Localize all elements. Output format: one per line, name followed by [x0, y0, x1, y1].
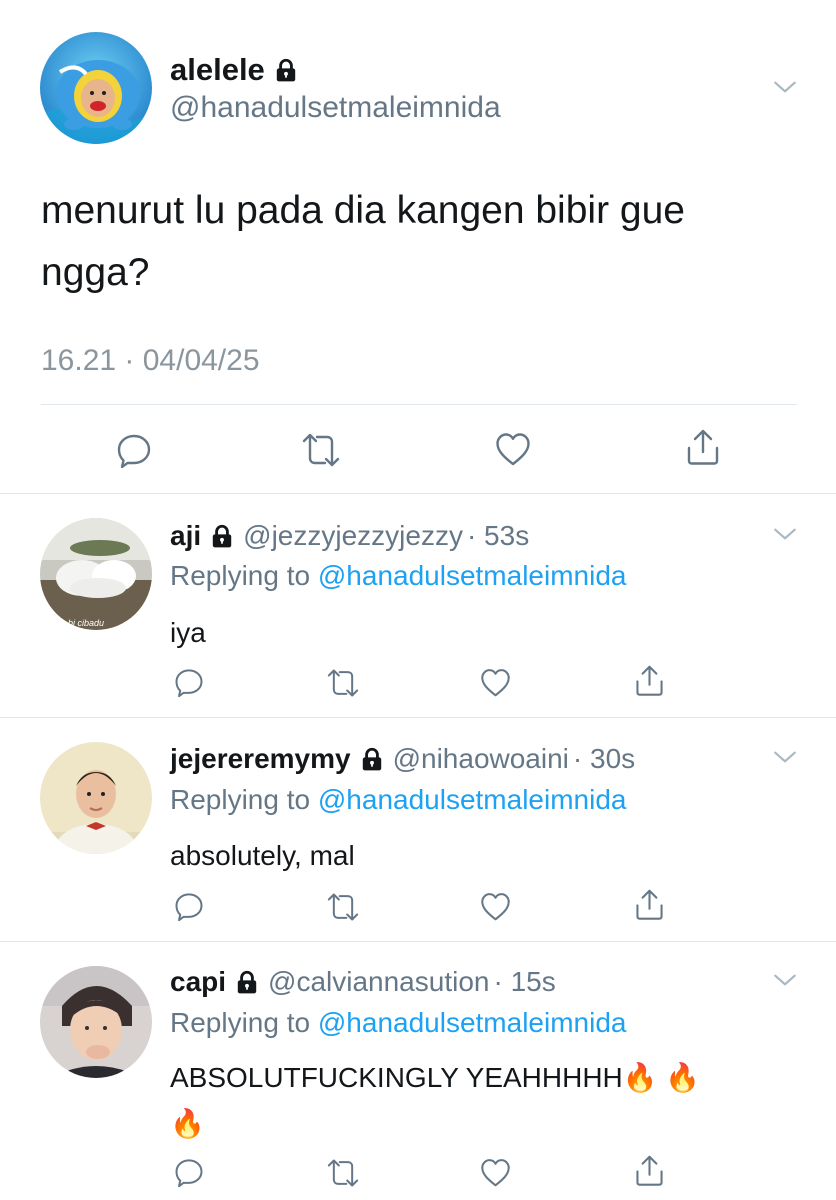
- chevron-down-icon[interactable]: [772, 74, 798, 100]
- reply-icon[interactable]: [174, 667, 204, 697]
- like-icon[interactable]: [480, 1158, 511, 1187]
- tweet-timestamp: 16.21 · 04/04/25: [41, 344, 260, 377]
- svg-text:bi cibadu: bi cibadu: [68, 618, 104, 628]
- replying-to-link[interactable]: @hanadulsetmaleimnida: [318, 784, 627, 815]
- retweet-icon[interactable]: [326, 892, 360, 922]
- reply-icon[interactable]: [174, 1157, 204, 1187]
- reply-text: iya: [170, 617, 206, 648]
- reply-time: · 15s: [493, 966, 556, 997]
- retweet-icon[interactable]: [301, 432, 341, 468]
- divider: [0, 493, 836, 494]
- reply-time: · 53s: [466, 520, 530, 551]
- share-icon[interactable]: [634, 1154, 665, 1187]
- replying-to-link[interactable]: @hanadulsetmaleimnida: [318, 560, 627, 591]
- divider: [0, 941, 836, 942]
- share-icon[interactable]: [685, 428, 721, 466]
- lock-icon: [209, 523, 235, 549]
- replying-to: Replying to @hanadulsetmaleimnida: [170, 784, 627, 815]
- share-icon[interactable]: [634, 664, 665, 697]
- replying-to: Replying to @hanadulsetmaleimnida: [170, 560, 627, 591]
- chevron-down-icon[interactable]: [772, 744, 798, 770]
- reply-time: · 30s: [572, 743, 636, 774]
- reply-icon[interactable]: [174, 891, 204, 921]
- retweet-icon[interactable]: [326, 1158, 360, 1188]
- like-icon[interactable]: [480, 668, 511, 697]
- reply-avatar[interactable]: [40, 742, 152, 854]
- divider: [0, 717, 836, 718]
- reply-avatar[interactable]: bi cibadu: [40, 518, 152, 630]
- like-icon[interactable]: [480, 892, 511, 921]
- avatar[interactable]: [40, 32, 152, 144]
- reply-handle[interactable]: @calviannasution: [268, 966, 489, 998]
- reply-display-name[interactable]: aji: [170, 520, 201, 552]
- reply-text: ABSOLUTFUCKINGLY YEAHHHHH🔥 🔥 🔥: [170, 1062, 701, 1139]
- chevron-down-icon[interactable]: [772, 521, 798, 547]
- reply-text: absolutely, mal: [170, 840, 355, 871]
- lock-icon: [359, 746, 385, 772]
- lock-icon: [234, 969, 260, 995]
- tweet-text: menurut lu pada dia kangen bibir gue ngg…: [41, 189, 685, 294]
- replying-to: Replying to @hanadulsetmaleimnida: [170, 1007, 627, 1038]
- retweet-icon[interactable]: [326, 668, 360, 698]
- display-name[interactable]: alelele: [170, 52, 265, 88]
- reply-handle[interactable]: @nihaowoaini: [393, 743, 569, 775]
- like-icon[interactable]: [495, 432, 531, 466]
- reply-display-name[interactable]: capi: [170, 966, 226, 998]
- reply-handle[interactable]: @jezzyjezzyjezzy: [243, 520, 463, 552]
- share-icon[interactable]: [634, 888, 665, 921]
- reply-display-name[interactable]: jejereremymy: [170, 743, 351, 775]
- reply-icon[interactable]: [116, 432, 152, 468]
- handle[interactable]: @hanadulsetmaleimnida: [170, 91, 501, 125]
- lock-icon: [273, 57, 299, 83]
- replying-to-link[interactable]: @hanadulsetmaleimnida: [318, 1007, 627, 1038]
- chevron-down-icon[interactable]: [772, 967, 798, 993]
- reply-avatar[interactable]: [40, 966, 152, 1078]
- divider: [41, 404, 797, 405]
